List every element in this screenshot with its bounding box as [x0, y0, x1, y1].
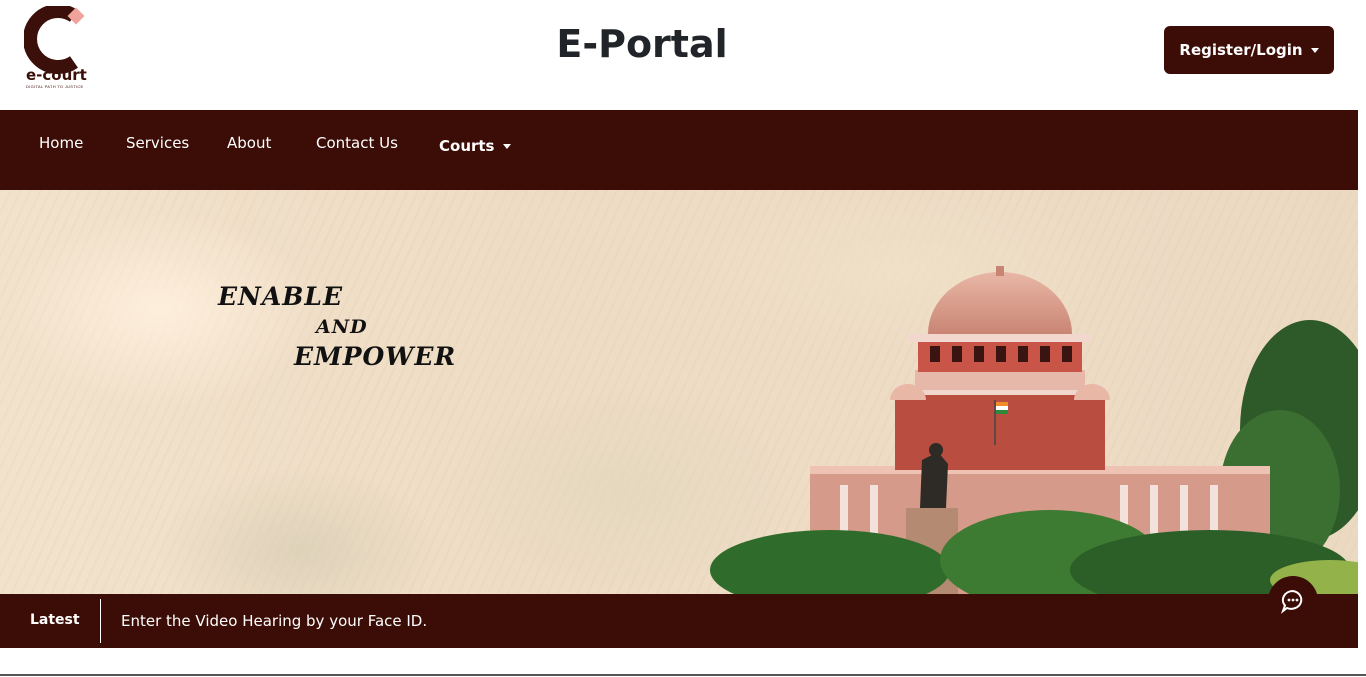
page-bottom-divider: [0, 674, 1366, 676]
nav-item-about[interactable]: About: [227, 134, 271, 152]
nav-item-services[interactable]: Services: [126, 134, 189, 152]
logo-text: e-court: [26, 66, 87, 84]
site-header: e-court DIGITAL PATH TO JUSTICE E-Portal…: [0, 0, 1366, 110]
chat-button[interactable]: [1268, 576, 1318, 626]
supreme-court-illustration: [710, 266, 1358, 594]
ticker-message[interactable]: Enter the Video Hearing by your Face ID.: [121, 612, 427, 630]
caret-down-icon: [1310, 47, 1319, 53]
register-login-label: Register/Login: [1179, 41, 1303, 59]
hero-line-and: AND: [316, 316, 368, 338]
chat-bubble-icon: [1280, 589, 1303, 614]
page-title: E-Portal: [556, 22, 728, 66]
nav-item-courts-label: Courts: [439, 137, 495, 155]
ticker-label: Latest: [30, 612, 80, 628]
hero-line-empower: EMPOWER: [294, 342, 457, 371]
register-login-button[interactable]: Register/Login: [1164, 26, 1334, 74]
ticker-divider: [100, 599, 101, 643]
nav-item-contact-us[interactable]: Contact Us: [316, 134, 398, 152]
caret-down-icon: [502, 143, 511, 149]
hero-banner: ENABLE AND EMPOWER: [0, 190, 1358, 594]
nav-item-courts-dropdown[interactable]: Courts: [439, 137, 511, 155]
hero-line-enable: ENABLE: [218, 282, 344, 311]
main-navbar: Home Services About Contact Us Courts: [0, 110, 1358, 190]
nav-item-home[interactable]: Home: [39, 134, 83, 152]
latest-news-ticker: Latest Enter the Video Hearing by your F…: [0, 594, 1358, 648]
logo-tagline: DIGITAL PATH TO JUSTICE: [26, 84, 84, 89]
